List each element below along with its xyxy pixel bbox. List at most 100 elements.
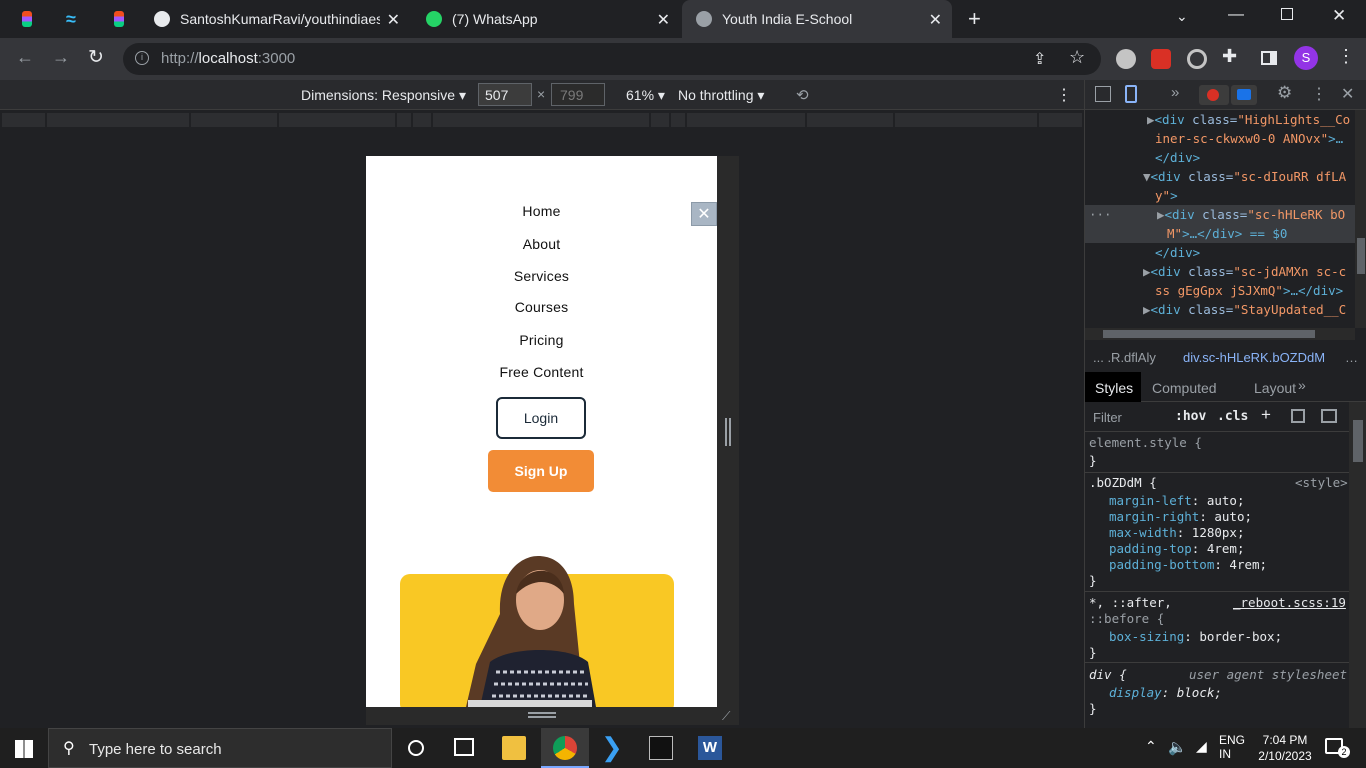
bookmark-star-icon[interactable]: ☆ xyxy=(1069,47,1085,68)
tab-computed[interactable]: Computed xyxy=(1152,380,1217,396)
tab-youth-india[interactable]: Youth India E-School ✕ xyxy=(682,0,952,38)
media-query-segment[interactable] xyxy=(651,113,669,127)
nav-services[interactable]: Services xyxy=(366,268,717,284)
device-menu-icon[interactable]: ⋮ xyxy=(1056,85,1072,105)
tab-styles[interactable]: Styles xyxy=(1085,372,1141,402)
forward-icon[interactable]: → xyxy=(52,47,70,68)
close-tab-icon[interactable]: ✕ xyxy=(657,10,670,30)
windows-start-icon[interactable] xyxy=(15,740,33,758)
nav-pricing[interactable]: Pricing xyxy=(366,332,717,348)
sidebar-toggle-icon[interactable] xyxy=(1321,409,1337,423)
dom-node-line[interactable]: </div> xyxy=(1155,243,1200,262)
breadcrumb-item-current[interactable]: div.sc-hHLeRK.bOZDdM xyxy=(1183,350,1325,365)
login-button[interactable]: Login xyxy=(496,397,586,439)
tab-github[interactable]: SantoshKumarRavi/youthindiaesc ✕ xyxy=(146,0,410,38)
tab-whatsapp[interactable]: (7) WhatsApp ✕ xyxy=(418,0,680,38)
breadcrumb-more-icon[interactable]: … xyxy=(1345,350,1358,365)
width-input[interactable]: 507 xyxy=(478,83,532,106)
settings-gear-icon[interactable]: ⚙ xyxy=(1277,83,1292,103)
css-declaration[interactable]: padding-top: 4rem; xyxy=(1109,541,1245,557)
computed-styles-icon[interactable] xyxy=(1291,409,1305,423)
tab-search-icon[interactable]: ⌄ xyxy=(1176,8,1188,25)
media-query-segment[interactable] xyxy=(671,113,685,127)
taskbar-search[interactable]: ⚲ Type here to search xyxy=(48,728,392,768)
dom-node-line-selected[interactable]: ▶<div class="sc-hHLeRK bO xyxy=(1157,205,1345,224)
resize-handle-right[interactable] xyxy=(725,418,731,446)
media-query-segment[interactable] xyxy=(687,113,805,127)
media-query-segment[interactable] xyxy=(433,113,649,127)
messages-badge[interactable] xyxy=(1231,85,1257,105)
window-close-icon[interactable]: ✕ xyxy=(1332,6,1346,26)
file-explorer-icon[interactable] xyxy=(502,736,526,760)
extension-target-icon[interactable] xyxy=(1187,49,1207,69)
rotate-icon[interactable]: ⟲ xyxy=(796,86,809,104)
styles-filter-input[interactable]: Filter xyxy=(1093,410,1122,425)
cls-toggle[interactable]: .cls xyxy=(1217,409,1248,424)
css-declaration[interactable]: box-sizing: border-box; xyxy=(1109,629,1282,645)
dom-node-line[interactable]: </div> xyxy=(1155,148,1200,167)
media-query-segment[interactable] xyxy=(807,113,893,127)
new-tab-icon[interactable]: + xyxy=(968,6,981,32)
elements-horizontal-scrollbar[interactable] xyxy=(1085,328,1355,340)
rule-selector[interactable]: element.style { xyxy=(1089,435,1202,451)
restore-icon[interactable] xyxy=(1281,8,1293,20)
media-query-segment[interactable] xyxy=(397,113,411,127)
devtools-menu-icon[interactable]: ⋮ xyxy=(1311,84,1327,104)
network-icon[interactable]: ◢ xyxy=(1196,738,1207,755)
tab-layout[interactable]: Layout xyxy=(1254,380,1296,396)
media-query-segment[interactable] xyxy=(413,113,431,127)
volume-icon[interactable]: 🔈 xyxy=(1168,738,1187,756)
signup-button[interactable]: Sign Up xyxy=(488,450,594,492)
close-menu-button[interactable]: ✕ xyxy=(691,202,717,226)
extension-owl-icon[interactable] xyxy=(1116,49,1136,69)
css-declaration[interactable]: padding-bottom: 4rem; xyxy=(1109,557,1267,573)
css-declaration[interactable]: margin-right: auto; xyxy=(1109,509,1252,525)
rule-selector[interactable]: ::before { xyxy=(1089,611,1164,627)
taskbar-chrome-active[interactable] xyxy=(541,728,589,768)
info-icon[interactable]: i xyxy=(135,51,149,65)
address-bar[interactable]: i http://localhost:3000 ⇪ ☆ xyxy=(123,43,1101,75)
reload-icon[interactable]: ↻ xyxy=(88,46,104,69)
resize-handle-bottom[interactable] xyxy=(528,712,556,718)
back-icon[interactable]: ← xyxy=(16,47,34,68)
show-hidden-icons[interactable]: ⌃ xyxy=(1145,738,1157,755)
tab-tailwind[interactable]: ≈ xyxy=(66,0,86,38)
rule-selector[interactable]: div { xyxy=(1089,667,1127,683)
cortana-icon[interactable] xyxy=(408,740,424,756)
css-declaration[interactable]: max-width: 1280px; xyxy=(1109,525,1244,541)
throttling-dropdown[interactable]: No throttling ▾ xyxy=(678,87,764,104)
dimensions-dropdown[interactable]: Dimensions: Responsive ▾ xyxy=(301,87,466,104)
share-icon[interactable]: ⇪ xyxy=(1033,49,1046,69)
height-input[interactable]: 799 xyxy=(551,83,605,106)
elements-scrollbar[interactable] xyxy=(1355,110,1366,328)
errors-badge[interactable] xyxy=(1199,85,1229,105)
more-tabs-icon[interactable]: » xyxy=(1171,84,1179,101)
rule-selector[interactable]: .bOZDdM { xyxy=(1089,475,1157,491)
more-style-tabs-icon[interactable]: » xyxy=(1298,377,1306,393)
media-query-segment[interactable] xyxy=(47,113,189,127)
vscode-icon[interactable]: ❯ xyxy=(601,732,625,762)
tab-figma-2[interactable] xyxy=(114,0,134,38)
rule-origin[interactable]: _reboot.scss:19 xyxy=(1233,595,1346,611)
profile-avatar[interactable]: S xyxy=(1294,46,1318,70)
minimize-icon[interactable]: — xyxy=(1228,6,1244,24)
word-icon[interactable]: W xyxy=(698,736,722,760)
close-tab-icon[interactable]: ✕ xyxy=(387,10,400,30)
nav-about[interactable]: About xyxy=(366,236,717,252)
media-query-segment[interactable] xyxy=(279,113,395,127)
extension-red-icon[interactable] xyxy=(1151,49,1171,69)
media-query-segment[interactable] xyxy=(1039,113,1082,127)
close-devtools-icon[interactable]: ✕ xyxy=(1341,84,1354,104)
dom-node-line[interactable]: ▶<div class="sc-jdAMXn sc-c xyxy=(1143,262,1346,281)
tab-figma-1[interactable] xyxy=(22,0,42,38)
nav-courses[interactable]: Courses xyxy=(366,299,717,315)
media-query-segment[interactable] xyxy=(2,113,45,127)
close-tab-icon[interactable]: ✕ xyxy=(929,10,942,30)
new-rule-icon[interactable]: + xyxy=(1261,405,1271,425)
terminal-icon[interactable] xyxy=(649,736,673,760)
zoom-dropdown[interactable]: 61% ▾ xyxy=(626,87,665,104)
hov-toggle[interactable]: :hov xyxy=(1175,409,1206,424)
inspect-element-icon[interactable] xyxy=(1095,86,1111,102)
css-declaration[interactable]: margin-left: auto; xyxy=(1109,493,1245,509)
dom-node-line[interactable]: ▶<div class="StayUpdated__C xyxy=(1143,300,1346,319)
